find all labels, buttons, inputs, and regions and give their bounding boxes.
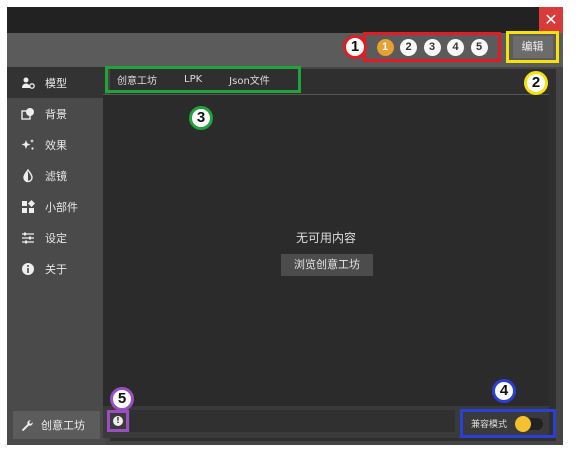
sidebar-item-label: 滤镜: [45, 169, 67, 183]
status-field: [130, 410, 455, 432]
compat-mode-toggle[interactable]: [515, 415, 544, 432]
sidebar-item-label: 模型: [45, 76, 67, 90]
content-area: 无可用内容 浏览创意工坊: [103, 94, 549, 406]
compat-mode-label: 兼容模式: [471, 420, 508, 430]
sidebar-item-effects[interactable]: 效果: [7, 129, 105, 160]
source-tabs: 创意工坊 LPK Json文件: [105, 66, 301, 93]
settings-icon: [19, 231, 37, 245]
sidebar-item-label: 设定: [45, 231, 67, 245]
filter-icon: [19, 168, 37, 183]
info-highlight: !: [107, 410, 129, 432]
title-bar: [7, 7, 563, 33]
callout-1: 1: [343, 35, 367, 59]
empty-state-title: 无可用内容: [295, 231, 356, 245]
callout-2: 2: [524, 71, 548, 95]
sidebar-item-widgets[interactable]: 小部件: [7, 191, 105, 222]
widgets-icon: [19, 199, 37, 214]
tab-workshop[interactable]: 创意工坊: [108, 72, 166, 87]
model-icon: [19, 76, 37, 90]
sidebar-item-label: 关于: [45, 262, 67, 276]
compat-mode-control: 兼容模式: [460, 409, 556, 438]
callout-4: 4: [492, 379, 516, 403]
wrench-icon: [22, 419, 33, 431]
toggle-knob: [515, 415, 532, 432]
sidebar-item-model[interactable]: 模型: [7, 67, 105, 98]
slot-button[interactable]: 4: [447, 38, 464, 56]
model-slot-selector: 1 2 3 4 5: [363, 32, 501, 62]
tab-json[interactable]: Json文件: [211, 72, 279, 87]
info-icon[interactable]: !: [113, 416, 123, 426]
sidebar-item-settings[interactable]: 设定: [7, 222, 105, 253]
sidebar-item-background[interactable]: 背景: [7, 98, 105, 129]
sidebar-item-label: 小部件: [45, 200, 78, 214]
edit-highlight: 编辑: [506, 31, 559, 63]
workshop-button[interactable]: 创意工坊: [13, 411, 100, 439]
workshop-label: 创意工坊: [41, 419, 85, 432]
effects-icon: [19, 138, 37, 152]
slot-button[interactable]: 3: [423, 38, 441, 56]
sidebar-item-about[interactable]: 关于: [7, 253, 105, 284]
sidebar-item-label: 背景: [45, 107, 67, 121]
slot-button[interactable]: 2: [400, 38, 417, 56]
close-button[interactable]: ✕: [539, 7, 563, 33]
slot-button[interactable]: 5: [470, 38, 488, 56]
edit-button[interactable]: 编辑: [512, 36, 553, 58]
browse-workshop-button[interactable]: 浏览创意工坊: [281, 254, 373, 276]
slot-button[interactable]: 1: [376, 38, 394, 56]
sidebar: 模型 背景 效果 滤镜 小部件 设定 关于: [7, 67, 105, 445]
sidebar-item-filter[interactable]: 滤镜: [7, 160, 105, 191]
sidebar-item-label: 效果: [45, 138, 67, 152]
about-icon: [19, 262, 37, 276]
callout-5: 5: [110, 387, 134, 411]
callout-3: 3: [189, 106, 213, 130]
background-icon: [19, 107, 37, 121]
tab-lpk[interactable]: LPK: [166, 74, 211, 85]
